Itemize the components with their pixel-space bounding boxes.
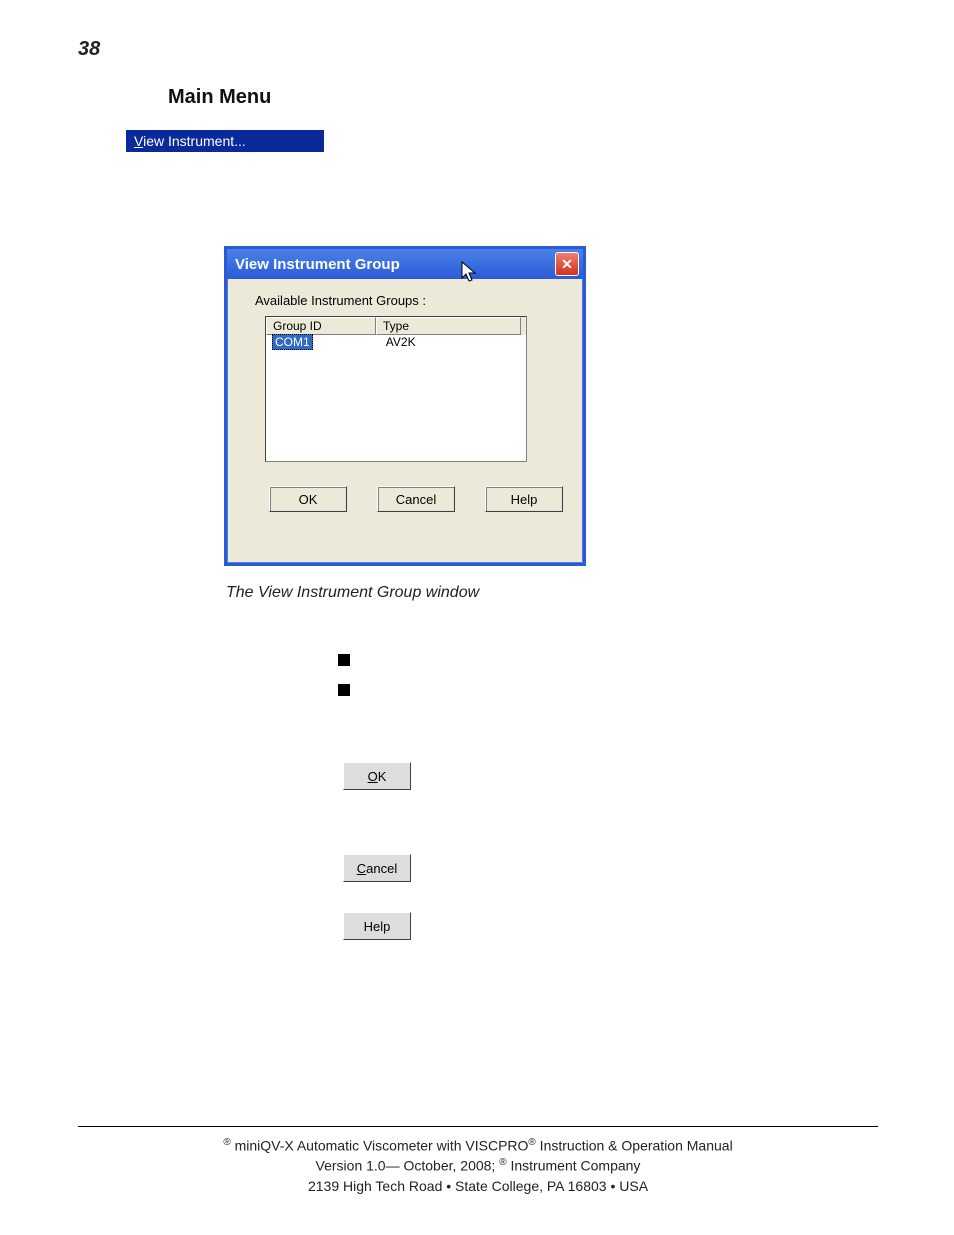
main-menu-heading: Main Menu (168, 86, 271, 109)
dialog-titlebar[interactable]: View Instrument Group ✕ (227, 249, 583, 279)
footer-line1b: Instruction & Operation Manual (536, 1138, 733, 1154)
ok-button[interactable]: OK (269, 486, 347, 512)
help-button[interactable]: Help (485, 486, 563, 512)
bullet-icon (338, 654, 350, 666)
available-groups-label: Available Instrument Groups : (255, 293, 563, 308)
instrument-groups-list[interactable]: Group ID Type COM1 AV2K (265, 316, 527, 462)
close-icon: ✕ (561, 257, 573, 271)
cursor-icon (460, 260, 480, 284)
footer-line3: 2139 High Tech Road • State College, PA … (78, 1177, 878, 1197)
list-header: Group ID Type (266, 317, 526, 335)
cancel-button[interactable]: Cancel (377, 486, 455, 512)
footer-rule (78, 1126, 878, 1127)
bullet-icon (338, 684, 350, 696)
cell-type: AV2K (380, 335, 526, 349)
dialog-title: View Instrument Group (235, 256, 400, 273)
ok-button-inline[interactable]: OK (343, 762, 411, 790)
page-footer: ® miniQV-X Automatic Viscometer with VIS… (78, 1136, 878, 1196)
menu-accelerator: V (134, 133, 143, 149)
col-type[interactable]: Type (376, 317, 521, 335)
registered-mark: ® (223, 1137, 230, 1148)
registered-mark: ® (499, 1157, 506, 1168)
list-row[interactable]: COM1 AV2K (266, 335, 526, 349)
view-instrument-menu-item[interactable]: View Instrument... (126, 130, 324, 152)
menu-item-label: iew Instrument... (143, 133, 246, 149)
view-instrument-group-dialog: View Instrument Group ✕ Available Instru… (224, 246, 586, 566)
figure-caption: The View Instrument Group window (226, 584, 479, 602)
cancel-label-rest: ancel (366, 861, 397, 876)
ok-accelerator: O (368, 769, 378, 784)
col-group-id[interactable]: Group ID (266, 317, 376, 335)
page-number: 38 (78, 38, 100, 61)
cell-group-id: COM1 (272, 334, 313, 350)
help-button-inline[interactable]: Help (343, 912, 411, 940)
footer-line2a: Version 1.0— October, 2008; (316, 1158, 500, 1174)
cancel-accelerator: C (357, 861, 366, 876)
footer-line1a: miniQV-X Automatic Viscometer with VISCP… (231, 1138, 529, 1154)
ok-label-rest: K (378, 769, 387, 784)
close-button[interactable]: ✕ (555, 252, 579, 276)
footer-line2b: Instrument Company (507, 1158, 641, 1174)
registered-mark: ® (528, 1137, 535, 1148)
cancel-button-inline[interactable]: Cancel (343, 854, 411, 882)
